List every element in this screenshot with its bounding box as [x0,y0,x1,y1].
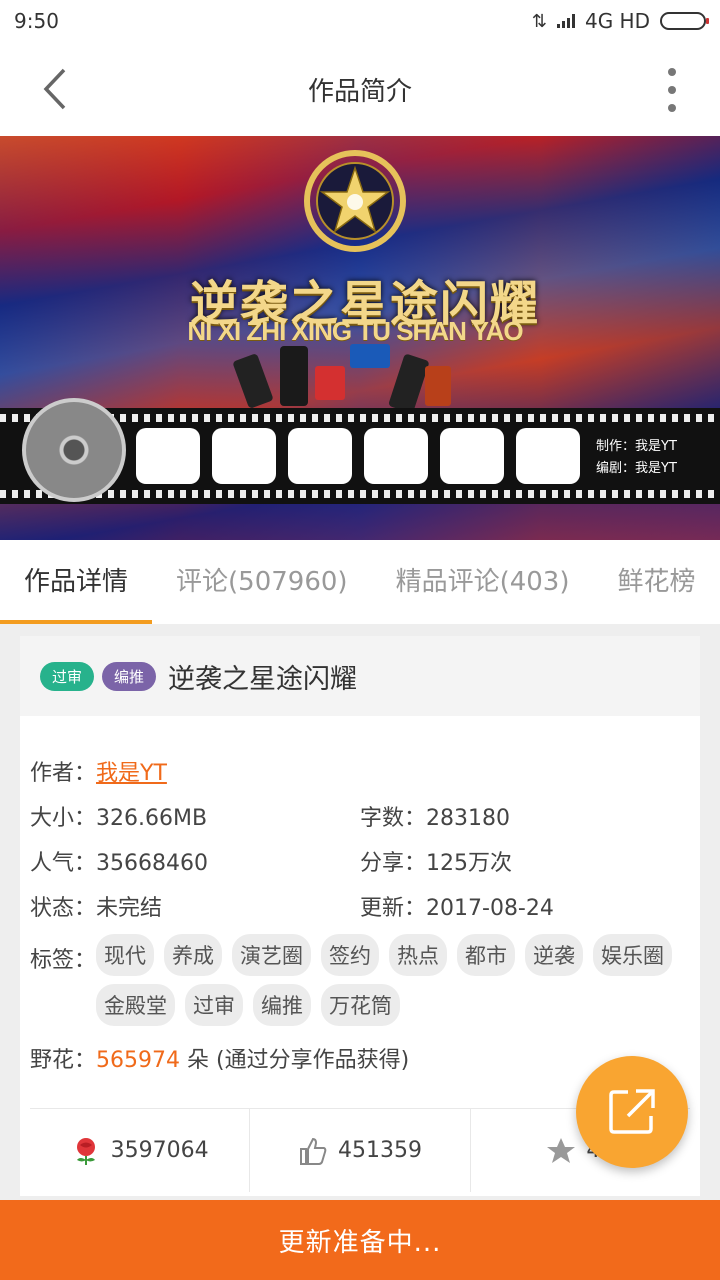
status-badge-approved: 过审 [40,661,95,691]
popularity-value: 35668460 [96,850,208,876]
tag-chip[interactable]: 金殿堂 [96,984,175,1026]
size-value: 326.66MB [96,805,208,831]
tag-chip[interactable]: 养成 [164,934,222,976]
shares-value: 125万次 [426,850,513,876]
wild-flowers-value: 565974 [96,1048,180,1073]
tags-row: 标签： 现代 养成 演艺圈 签约 热点 都市 逆袭 娱乐圈 金殿堂 过审 编推 … [30,934,690,1026]
tag-chip[interactable]: 现代 [96,934,154,976]
film-frame [212,428,276,484]
tab-featured-comments[interactable]: 精品评论(403) [372,540,594,624]
battery-icon [660,12,709,30]
wild-flowers-label: 野花： [30,1048,97,1073]
chevron-left-icon [43,68,66,110]
thumbs-up-icon [300,1137,327,1165]
credit-producer: 制作：我是YT [596,439,677,454]
status-bar: 9:50 ⇅ 4G HD [0,0,720,42]
card-header: 过审 编推 逆袭之星途闪耀 [20,636,700,716]
share-icon [609,1089,655,1134]
update-preparing-button[interactable]: 更新准备中... [0,1200,720,1280]
film-frame [288,428,352,484]
status-value: 未完结 [96,895,163,921]
microphones-image [233,344,451,413]
tab-comments[interactable]: 评论(507960) [152,540,372,624]
page-title: 作品简介 [307,76,412,107]
size-label: 大小： [30,805,97,831]
banner-credits: 制作：我是YT 编剧：我是YT [596,436,677,480]
info-row: 状态：未完结 更新：2017-08-24 [30,883,690,928]
tag-chip[interactable]: 过审 [185,984,243,1026]
more-dot-icon [668,86,676,94]
tag-chip[interactable]: 万花筒 [321,984,400,1026]
cover-banner: 逆袭之星途闪耀 NI XI ZHI XING TU SHAN YAO 制作：我是… [0,136,720,540]
author-link[interactable]: 我是YT [96,761,167,786]
shares-label: 分享： [360,850,427,876]
updated-value: 2017-08-24 [426,895,554,921]
tag-chip[interactable]: 签约 [321,934,379,976]
data-transfer-icon: ⇅ [531,10,547,32]
signal-icon [556,14,575,28]
popularity-label: 人气： [30,850,97,876]
credit-writer: 编剧：我是YT [596,461,677,476]
likes-count: 451359 [338,1138,422,1163]
status-time: 9:50 [14,9,59,33]
info-row: 大小：326.66MB 字数：283180 [30,793,690,838]
tag-chip[interactable]: 逆袭 [525,934,583,976]
film-reel-icon [22,398,126,502]
book-info: 作者：我是YT 大小：326.66MB 字数：283180 人气：3566846… [30,748,690,1074]
status-label: 状态： [30,895,97,921]
tab-flower-ranking[interactable]: 鲜花榜 [593,540,719,624]
tag-chip[interactable]: 演艺圈 [232,934,311,976]
tag-chip[interactable]: 热点 [389,934,447,976]
like-stat-button[interactable]: 451359 [250,1109,471,1192]
word-count-label: 字数： [360,805,427,831]
author-label: 作者： [30,760,97,786]
rose-icon [76,1137,95,1165]
film-frame [440,428,504,484]
more-dot-icon [668,104,676,112]
wild-flowers-row: 野花：565974 朵 (通过分享作品获得) [30,1042,690,1074]
film-frame [516,428,580,484]
status-badge-editor-pick: 编推 [102,661,157,691]
star-icon [547,1137,576,1163]
tag-chip[interactable]: 娱乐圈 [593,934,672,976]
tag-chip[interactable]: 编推 [253,984,311,1026]
tab-details[interactable]: 作品详情 [0,540,153,624]
tab-bar: 作品详情 评论(507960) 精品评论(403) 鲜花榜 [0,540,720,624]
flowers-count: 3597064 [110,1138,209,1163]
tags-label: 标签： [30,948,97,973]
book-title: 逆袭之星途闪耀 [168,663,358,695]
tag-chip[interactable]: 都市 [457,934,515,976]
app-bar: 作品简介 [0,42,720,136]
word-count-value: 283180 [426,805,510,831]
star-emblem-icon [304,150,406,252]
info-row: 人气：35668460 分享：125万次 [30,838,690,883]
film-holes [0,490,720,498]
film-frame [136,428,200,484]
back-button[interactable] [36,66,76,112]
updated-label: 更新： [360,895,427,921]
more-dot-icon [668,68,676,76]
flowers-stat-button[interactable]: 3597064 [30,1109,251,1192]
more-menu-button[interactable] [662,68,682,112]
film-frame [364,428,428,484]
info-row: 作者：我是YT [30,748,690,793]
tag-list: 现代 养成 演艺圈 签约 热点 都市 逆袭 娱乐圈 金殿堂 过审 编推 万花筒 [96,934,686,1026]
network-label: 4G HD [584,9,650,33]
wild-flowers-note: 朵 (通过分享作品获得) [187,1048,410,1073]
share-fab-button[interactable] [576,1056,688,1168]
